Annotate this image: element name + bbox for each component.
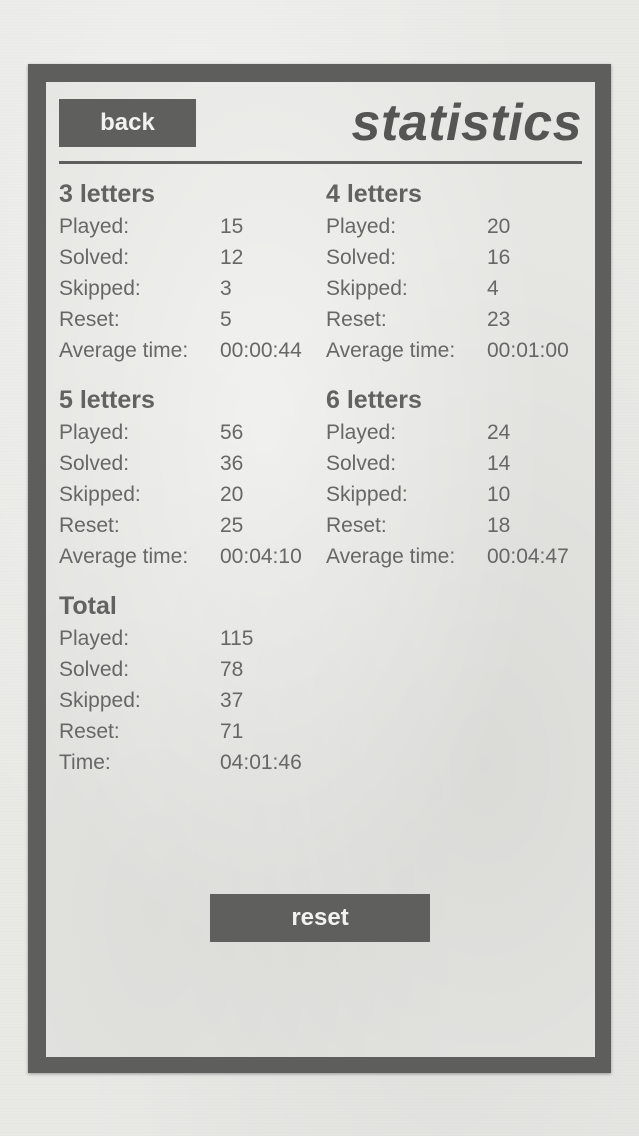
section-title: 4 letters (326, 180, 422, 208)
stat-row-reset: Reset: 25 (59, 510, 319, 541)
section-4-letters: 4 letters Played: 20 Solved: 16 Skipped:… (326, 178, 586, 366)
stat-label: Played: (59, 627, 130, 650)
stat-row-played: Played: 115 (59, 623, 319, 654)
stat-value: 24 (487, 421, 511, 444)
stat-row-played: Played: 56 (59, 417, 319, 448)
stat-value: 20 (220, 483, 244, 506)
stat-row-average-time: Average time: 00:04:47 (326, 541, 586, 572)
header-divider (59, 161, 582, 164)
stat-value: 10 (487, 483, 511, 506)
stat-label: Solved: (326, 246, 397, 269)
section-title: 6 letters (326, 386, 422, 414)
section-total: Total Played: 115 Solved: 78 Skipped: 37… (59, 590, 319, 778)
stat-value: 71 (220, 720, 244, 743)
stat-label: Average time: (59, 339, 189, 362)
stat-label: Skipped: (59, 689, 141, 712)
stat-value: 3 (220, 277, 232, 300)
stat-value: 36 (220, 452, 244, 475)
stat-value: 20 (487, 215, 511, 238)
section-6-letters: 6 letters Played: 24 Solved: 14 Skipped:… (326, 384, 586, 572)
section-5-letters: 5 letters Played: 56 Solved: 36 Skipped:… (59, 384, 319, 572)
stat-value: 00:00:44 (220, 339, 302, 362)
stat-label: Solved: (59, 452, 130, 475)
stat-row-skipped: Skipped: 20 (59, 479, 319, 510)
stat-row-solved: Solved: 78 (59, 654, 319, 685)
stat-row-solved: Solved: 16 (326, 242, 586, 273)
stat-row-average-time: Average time: 00:00:44 (59, 335, 319, 366)
stat-row-played: Played: 15 (59, 211, 319, 242)
stat-row-skipped: Skipped: 3 (59, 273, 319, 304)
stat-row-solved: Solved: 36 (59, 448, 319, 479)
stat-label: Played: (59, 215, 130, 238)
stat-label: Reset: (59, 308, 120, 331)
stat-label: Played: (326, 421, 397, 444)
stat-row-average-time: Average time: 00:04:10 (59, 541, 319, 572)
stat-value: 04:01:46 (220, 751, 302, 774)
stat-row-skipped: Skipped: 4 (326, 273, 586, 304)
stat-row-reset: Reset: 23 (326, 304, 586, 335)
stat-value: 5 (220, 308, 232, 331)
stat-value: 00:04:10 (220, 545, 302, 568)
stat-row-played: Played: 24 (326, 417, 586, 448)
stat-value: 18 (487, 514, 511, 537)
stat-value: 4 (487, 277, 499, 300)
stat-value: 16 (487, 246, 511, 269)
stat-row-reset: Reset: 71 (59, 716, 319, 747)
stat-row-solved: Solved: 14 (326, 448, 586, 479)
stat-value: 78 (220, 658, 244, 681)
stat-label: Time: (59, 751, 111, 774)
stat-label: Average time: (59, 545, 189, 568)
stat-label: Played: (59, 421, 130, 444)
stat-row-time: Time: 04:01:46 (59, 747, 319, 778)
reset-button[interactable]: reset (210, 894, 430, 942)
stat-label: Played: (326, 215, 397, 238)
stat-label: Reset: (326, 514, 387, 537)
stat-value: 12 (220, 246, 244, 269)
stat-value: 15 (220, 215, 244, 238)
stat-value: 56 (220, 421, 244, 444)
stat-value: 14 (487, 452, 511, 475)
stat-label: Skipped: (326, 277, 408, 300)
stats-panel: back statistics 3 letters Played: 15 Sol… (46, 82, 595, 1057)
stat-label: Average time: (326, 545, 456, 568)
stat-label: Average time: (326, 339, 456, 362)
section-title: 3 letters (59, 180, 155, 208)
stat-label: Skipped: (59, 277, 141, 300)
stat-label: Reset: (59, 720, 120, 743)
back-button[interactable]: back (59, 99, 196, 147)
stat-value: 00:01:00 (487, 339, 569, 362)
stat-label: Reset: (59, 514, 120, 537)
stat-value: 23 (487, 308, 511, 331)
stat-value: 115 (220, 627, 254, 650)
stat-row-reset: Reset: 5 (59, 304, 319, 335)
stats-frame: back statistics 3 letters Played: 15 Sol… (28, 64, 611, 1073)
stat-row-skipped: Skipped: 10 (326, 479, 586, 510)
section-title: Total (59, 592, 117, 620)
stat-value: 37 (220, 689, 244, 712)
stat-value: 25 (220, 514, 244, 537)
stat-label: Reset: (326, 308, 387, 331)
stat-row-played: Played: 20 (326, 211, 586, 242)
stat-row-average-time: Average time: 00:01:00 (326, 335, 586, 366)
stat-label: Skipped: (326, 483, 408, 506)
stat-value: 00:04:47 (487, 545, 569, 568)
stat-label: Skipped: (59, 483, 141, 506)
section-3-letters: 3 letters Played: 15 Solved: 12 Skipped:… (59, 178, 319, 366)
stat-label: Solved: (59, 246, 130, 269)
stat-row-reset: Reset: 18 (326, 510, 586, 541)
stat-row-skipped: Skipped: 37 (59, 685, 319, 716)
stat-label: Solved: (326, 452, 397, 475)
page-title: statistics (351, 94, 582, 152)
section-title: 5 letters (59, 386, 155, 414)
stat-row-solved: Solved: 12 (59, 242, 319, 273)
stat-label: Solved: (59, 658, 130, 681)
